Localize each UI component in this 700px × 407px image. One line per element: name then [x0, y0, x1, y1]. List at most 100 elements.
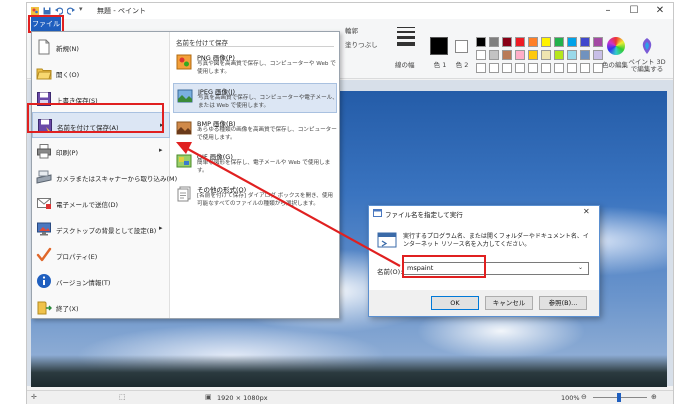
palette-color-swatch[interactable]	[502, 37, 512, 47]
browse-button[interactable]: 参照(B)...	[539, 296, 587, 310]
properties-checkmark-icon	[36, 247, 52, 262]
menu-item-open[interactable]: 開く(O)	[32, 60, 170, 86]
palette-color-swatch[interactable]	[489, 50, 499, 60]
title-bar: ▾ 無題 - ペイント – ☐ ✕	[27, 3, 673, 19]
palette-color-swatch[interactable]	[528, 63, 538, 73]
run-app-icon	[373, 209, 382, 217]
file-menu-commands: 新規(N) 開く(O) 上書き保存(S) 名前を付けて保存(A) ▸ 印刷(P)…	[32, 32, 177, 320]
close-button[interactable]: ✕	[647, 3, 673, 19]
outline-dropdown[interactable]: 輪郭	[345, 25, 358, 35]
save-as-jpeg[interactable]: JPEG 画像(J) 写真を高画質で保存し、コンピューターや電子メール、または …	[173, 83, 338, 113]
palette-color-swatch[interactable]	[515, 37, 525, 47]
menu-item-label: デスクトップの背景として設定(B)	[56, 227, 157, 235]
palette-color-swatch[interactable]	[567, 63, 577, 73]
gif-image-icon	[176, 154, 192, 168]
run-program-icon	[377, 232, 397, 248]
palette-color-swatch[interactable]	[515, 50, 525, 60]
palette-color-swatch[interactable]	[554, 37, 564, 47]
selection-size-icon: ⬚	[119, 393, 126, 401]
image-dimensions: 1920 × 1080px	[217, 394, 268, 402]
redo-icon[interactable]	[67, 7, 75, 15]
menu-item-label: プロパティ(E)	[56, 253, 98, 261]
cursor-position-icon: ✛	[31, 393, 37, 401]
zoom-out-button[interactable]: ⊖	[581, 393, 587, 401]
fill-dropdown[interactable]: 塗りつぶし	[345, 39, 378, 49]
desktop-background-icon	[37, 222, 51, 236]
menu-item-print[interactable]: 印刷(P) ▸	[32, 138, 170, 164]
paint-3d-label: ペイント 3D で編集する	[628, 58, 666, 73]
quick-save-icon[interactable]	[43, 7, 51, 15]
palette-color-swatch[interactable]	[515, 63, 525, 73]
line-width-button[interactable]	[395, 23, 417, 51]
edit-colors-icon[interactable]	[607, 37, 625, 55]
palette-color-swatch[interactable]	[554, 63, 564, 73]
chevron-down-icon[interactable]: ⌄	[578, 264, 583, 271]
file-menu: 新規(N) 開く(O) 上書き保存(S) 名前を付けて保存(A) ▸ 印刷(P)…	[31, 31, 340, 319]
palette-color-swatch[interactable]	[502, 63, 512, 73]
palette-color-swatch[interactable]	[489, 37, 499, 47]
save-as-gif[interactable]: GIF 画像(G) 簡単な図形を保存し、電子メールや Web で使用します。	[173, 149, 337, 179]
palette-color-swatch[interactable]	[528, 37, 538, 47]
info-icon	[37, 274, 51, 288]
paint-app-icon	[31, 7, 39, 15]
canvas-image-treeline	[31, 355, 667, 387]
submenu-item-description: 写真や図を高画質で保存し、コンピューターや Web で使用します。	[197, 61, 336, 75]
palette-color-swatch[interactable]	[580, 37, 590, 47]
menu-item-label: カメラまたはスキャナーから取り込み(M)	[56, 175, 178, 183]
menu-item-properties[interactable]: プロパティ(E)	[32, 242, 170, 268]
menu-item-set-desktop-background[interactable]: デスクトップの背景として設定(B) ▸	[32, 216, 170, 242]
menu-item-label: バージョン情報(T)	[56, 279, 111, 287]
submenu-item-description: 簡単な図形を保存し、電子メールや Web で使用します。	[197, 160, 331, 174]
palette-color-swatch[interactable]	[502, 50, 512, 60]
submenu-arrow-icon: ▸	[159, 146, 163, 154]
menu-item-label: 印刷(P)	[56, 149, 78, 157]
submenu-arrow-icon: ▸	[159, 224, 163, 232]
palette-color-swatch[interactable]	[476, 63, 486, 73]
cancel-button[interactable]: キャンセル	[485, 296, 533, 310]
print-icon	[37, 144, 51, 159]
save-as-bmp[interactable]: BMP 画像(B) あらゆる種類の画像を高画質で保存し、コンピューターで使用しま…	[173, 116, 337, 146]
color-1-swatch[interactable]	[430, 37, 448, 55]
maximize-button[interactable]: ☐	[621, 3, 647, 19]
palette-color-swatch[interactable]	[554, 50, 564, 60]
palette-color-swatch[interactable]	[567, 50, 577, 60]
menu-item-new[interactable]: 新規(N)	[32, 34, 170, 60]
run-input-highlight-box	[402, 255, 486, 278]
color-2-label: 色 2	[455, 61, 469, 69]
palette-color-swatch[interactable]	[580, 63, 590, 73]
ok-button[interactable]: OK	[431, 296, 479, 310]
palette-color-swatch[interactable]	[567, 37, 577, 47]
paint-3d-icon[interactable]	[639, 37, 655, 55]
palette-color-swatch[interactable]	[528, 50, 538, 60]
palette-color-swatch[interactable]	[541, 50, 551, 60]
open-folder-icon	[36, 68, 52, 80]
color-palette	[476, 37, 606, 75]
run-dialog-description: 実行するプログラム名、または開くフォルダーやドキュメント名、インターネット リソ…	[403, 233, 589, 248]
line-width-label: 線の幅	[395, 61, 415, 69]
quick-access-dropdown-icon[interactable]: ▾	[79, 5, 83, 13]
run-dialog-title: ファイル名を指定して実行	[385, 211, 463, 219]
palette-color-swatch[interactable]	[580, 50, 590, 60]
palette-color-swatch[interactable]	[541, 63, 551, 73]
palette-color-swatch[interactable]	[489, 63, 499, 73]
window-title: 無題 - ペイント	[97, 7, 146, 15]
menu-item-from-scanner[interactable]: カメラまたはスキャナーから取り込み(M)	[32, 164, 177, 190]
palette-color-swatch[interactable]	[476, 37, 486, 47]
run-dialog-close-button[interactable]: ✕	[583, 207, 590, 216]
exit-icon	[37, 301, 52, 315]
save-as-other-formats[interactable]: その他の形式(O) [名前を付けて保存] ダイアログ ボックスを開き、使用可能な…	[173, 182, 337, 212]
menu-item-about[interactable]: バージョン情報(T)	[32, 268, 170, 294]
save-as-png[interactable]: PNG 画像(P) 写真や図を高画質で保存し、コンピューターや Web で使用し…	[173, 50, 337, 80]
color-2-swatch[interactable]	[455, 40, 468, 53]
palette-color-swatch[interactable]	[476, 50, 486, 60]
menu-item-exit[interactable]: 終了(X)	[32, 294, 170, 320]
undo-icon[interactable]	[55, 7, 63, 15]
other-formats-icon	[177, 186, 191, 202]
save-as-submenu: 名前を付けて保存 PNG 画像(P) 写真や図を高画質で保存し、コンピューターや…	[171, 32, 339, 318]
palette-color-swatch[interactable]	[593, 37, 603, 47]
minimize-button[interactable]: –	[595, 3, 621, 19]
zoom-slider-thumb[interactable]	[617, 393, 621, 402]
zoom-in-button[interactable]: ⊕	[651, 393, 657, 401]
menu-item-send-email[interactable]: 電子メールで送信(D)	[32, 190, 170, 216]
palette-color-swatch[interactable]	[541, 37, 551, 47]
